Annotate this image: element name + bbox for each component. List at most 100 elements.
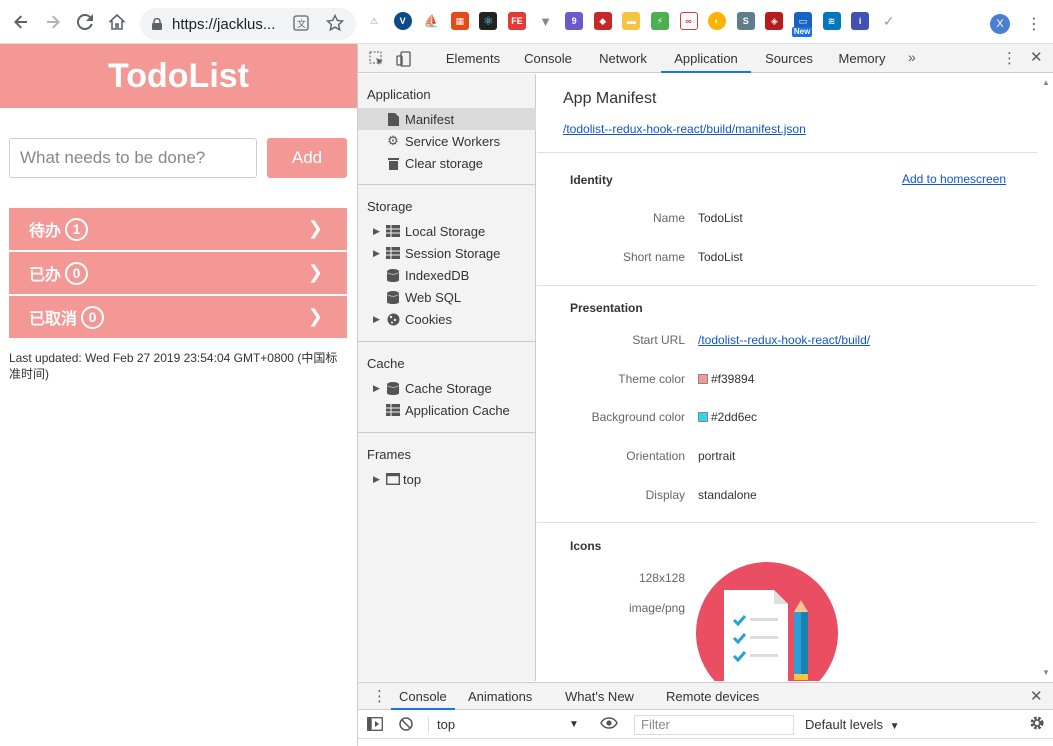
add-to-homescreen-link[interactable]: Add to homescreen bbox=[902, 172, 1006, 186]
sidebar-item-manifest[interactable]: Manifest bbox=[358, 108, 536, 130]
tab-sources[interactable]: Sources bbox=[756, 44, 822, 73]
drawer-tab-remote-devices[interactable]: Remote devices bbox=[666, 683, 759, 710]
tab-memory[interactable]: Memory bbox=[828, 44, 896, 73]
icon-size-label: 128x128 bbox=[638, 571, 685, 585]
category-done[interactable]: 已办 0 ❯ bbox=[9, 252, 347, 294]
last-updated-text: Last updated: Wed Feb 27 2019 23:54:04 G… bbox=[9, 351, 338, 381]
sidebar-item-session-storage[interactable]: ▶ Session Storage bbox=[358, 242, 536, 264]
shield-icon[interactable]: ◈ bbox=[765, 12, 784, 30]
todo-input[interactable]: What needs to be done? bbox=[9, 138, 257, 178]
frame-icon bbox=[386, 472, 400, 486]
clear-console-icon[interactable] bbox=[399, 717, 413, 734]
sidebar-item-indexeddb[interactable]: IndexedDB bbox=[358, 264, 536, 286]
expand-triangle-icon[interactable]: ▶ bbox=[373, 383, 380, 394]
filter-input[interactable]: Filter bbox=[634, 715, 794, 735]
name-value: TodoList bbox=[698, 211, 743, 225]
start-url-link[interactable]: /todolist--redux-hook-react/build/ bbox=[698, 333, 870, 347]
sidebar-item-cache-storage[interactable]: ▶ Cache Storage bbox=[358, 377, 536, 399]
vue-devtools-icon[interactable]: ▼ bbox=[536, 12, 555, 30]
chevron-down-icon[interactable]: ▼ bbox=[569, 719, 579, 730]
cookie-icon bbox=[386, 312, 400, 326]
category-cancelled[interactable]: 已取消 0 ❯ bbox=[9, 296, 347, 338]
settings-gear-icon[interactable] bbox=[1029, 715, 1045, 734]
scroll-down-icon[interactable]: ▼ bbox=[1042, 668, 1050, 677]
more-tabs-icon[interactable]: » bbox=[908, 49, 916, 65]
eye-icon[interactable] bbox=[600, 717, 618, 732]
grid-icon bbox=[386, 224, 400, 238]
app-title: TodoList bbox=[108, 56, 249, 95]
profile-avatar[interactable]: X bbox=[990, 14, 1010, 34]
sidebar-toggle-icon[interactable] bbox=[367, 717, 383, 734]
sidebar-item-application-cache[interactable]: Application Cache bbox=[358, 399, 536, 421]
category-pending[interactable]: 待办 1 ❯ bbox=[9, 208, 347, 250]
close-icon[interactable]: ✕ bbox=[1030, 48, 1043, 66]
tab-console[interactable]: Console bbox=[515, 44, 581, 73]
extension-icon[interactable]: ⚡ bbox=[650, 12, 669, 30]
sidebar-item-cookies[interactable]: ▶ Cookies bbox=[358, 308, 536, 330]
manifest-scrollbar[interactable]: ▲ ▼ bbox=[1039, 74, 1053, 681]
back-button[interactable] bbox=[5, 6, 37, 38]
sidebar-item-web-sql[interactable]: Web SQL bbox=[358, 286, 536, 308]
drawer-tab-animations[interactable]: Animations bbox=[468, 683, 532, 710]
extensions-bar: ⚠ V ⛵ ▦ ⚛ FE ▼ 9 ◆ ▬ ⚡ ∞ ◐ S ◈ ▭ New ≋ i … bbox=[365, 12, 908, 37]
scroll-up-icon[interactable]: ▲ bbox=[1042, 78, 1050, 87]
gear-icon: ⚙ bbox=[387, 133, 399, 148]
home-button[interactable] bbox=[101, 6, 133, 38]
extension-icon[interactable]: ◐ bbox=[708, 12, 727, 30]
expand-triangle-icon[interactable]: ▶ bbox=[373, 226, 380, 237]
extension-icon[interactable]: ◆ bbox=[593, 12, 612, 30]
translate-icon[interactable]: 文 bbox=[293, 15, 309, 34]
sidebar-item-label: Service Workers bbox=[405, 133, 501, 149]
extension-icon[interactable]: ⛵ bbox=[422, 12, 441, 30]
browser-menu-icon[interactable]: ⋮ bbox=[1026, 14, 1042, 34]
add-button[interactable]: Add bbox=[267, 138, 347, 178]
extension-icon[interactable]: 9 bbox=[565, 12, 584, 30]
extension-icon[interactable]: ▭ New bbox=[791, 12, 813, 37]
extension-icon[interactable]: ▦ bbox=[450, 12, 469, 30]
reload-button[interactable] bbox=[69, 6, 101, 38]
context-select[interactable]: top bbox=[437, 717, 455, 732]
extension-icon[interactable]: ▬ bbox=[622, 12, 641, 30]
expand-triangle-icon[interactable]: ▶ bbox=[373, 314, 380, 325]
drawer-tab-whats-new[interactable]: What's New bbox=[565, 683, 634, 710]
extension-icon[interactable]: i bbox=[851, 12, 870, 30]
star-icon[interactable] bbox=[325, 13, 345, 35]
inspect-element-icon[interactable] bbox=[369, 51, 385, 70]
checklist-icon bbox=[724, 590, 808, 681]
name-label: Name bbox=[652, 211, 685, 225]
expand-triangle-icon[interactable]: ▶ bbox=[373, 474, 380, 485]
sidebar-item-label: top bbox=[403, 471, 422, 487]
sidebar-item-label: Cache Storage bbox=[405, 380, 492, 396]
database-icon bbox=[386, 268, 400, 282]
log-levels-select[interactable]: Default levels ▼ bbox=[805, 717, 900, 732]
forward-button[interactable] bbox=[37, 6, 69, 38]
category-label: 已办 bbox=[29, 267, 62, 284]
extension-icon[interactable]: ⚠ bbox=[365, 12, 383, 30]
sidebar-item-clear-storage[interactable]: Clear storage bbox=[358, 152, 536, 174]
address-bar[interactable]: https://jacklus... 文 bbox=[140, 8, 356, 40]
extension-icon[interactable]: S bbox=[736, 12, 755, 30]
devtools-menu-icon[interactable]: ⋮ bbox=[1002, 49, 1017, 67]
extension-icon[interactable]: V bbox=[393, 12, 412, 30]
manifest-link[interactable]: /todolist--redux-hook-react/build/manife… bbox=[563, 122, 806, 136]
sidebar-section-cache: Cache bbox=[367, 356, 405, 371]
device-toolbar-icon[interactable] bbox=[396, 51, 412, 70]
tab-network[interactable]: Network bbox=[590, 44, 656, 73]
react-devtools-icon[interactable]: ⚛ bbox=[479, 12, 498, 30]
drawer-tab-console[interactable]: Console bbox=[391, 683, 455, 710]
sidebar-item-local-storage[interactable]: ▶ Local Storage bbox=[358, 220, 536, 242]
extension-icon[interactable]: FE bbox=[507, 12, 526, 30]
sidebar-item-service-workers[interactable]: ⚙ Service Workers bbox=[358, 130, 536, 152]
sidebar-item-frame-top[interactable]: ▶ top bbox=[358, 468, 536, 490]
log-levels-label: Default levels bbox=[805, 717, 884, 732]
drawer-close-icon[interactable]: ✕ bbox=[1030, 687, 1043, 705]
trash-icon bbox=[386, 156, 400, 170]
drawer-menu-icon[interactable]: ⋮ bbox=[372, 687, 387, 705]
check-icon[interactable]: ✓ bbox=[879, 12, 898, 30]
tab-elements[interactable]: Elements bbox=[438, 44, 508, 73]
extension-icon[interactable]: ≋ bbox=[822, 12, 841, 30]
section-divider bbox=[537, 522, 1037, 523]
expand-triangle-icon[interactable]: ▶ bbox=[373, 248, 380, 259]
tab-application[interactable]: Application bbox=[661, 44, 751, 73]
extension-icon[interactable]: ∞ bbox=[679, 12, 698, 30]
